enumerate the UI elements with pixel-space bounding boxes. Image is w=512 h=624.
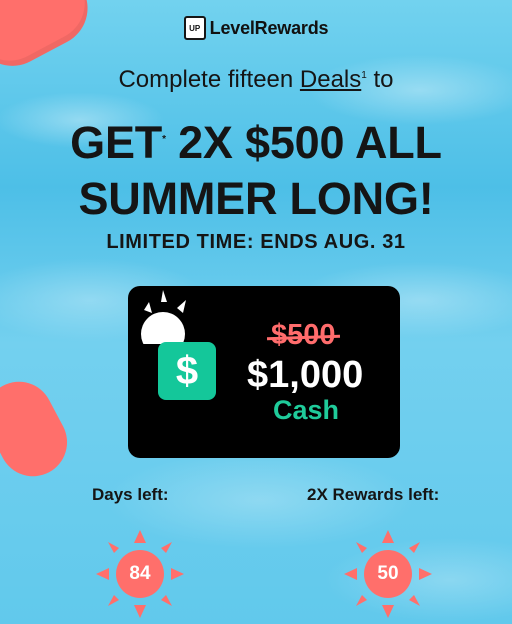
level-up-icon: UP xyxy=(183,16,206,40)
sun-decoration xyxy=(141,290,186,344)
rewards-left-label: 2X Rewards left: xyxy=(307,485,440,504)
deals-link[interactable]: Deals xyxy=(300,66,361,93)
headline-line-1: GET* 2X $500 ALL xyxy=(70,117,442,168)
brand-name: LevelRewards xyxy=(209,17,329,38)
new-reward-amount: $1,000 xyxy=(247,354,364,396)
headline-asterisk: * xyxy=(162,134,166,145)
days-left-label: Days left: xyxy=(92,485,169,504)
cash-app-icon: $ xyxy=(158,342,216,400)
intro-text: Complete fifteen Deals1 to xyxy=(0,66,512,94)
days-left-value: 84 xyxy=(129,563,151,584)
rewards-left-badge: 50 xyxy=(344,530,432,618)
intro-suffix: to xyxy=(366,66,394,93)
intro-prefix: Complete fifteen xyxy=(118,66,300,93)
headline: GET* 2X $500 ALL SUMMER LONG! xyxy=(0,112,512,227)
limited-time-text: LIMITED TIME: ENDS AUG. 31 xyxy=(106,231,406,253)
headline-line-2: SUMMER LONG! xyxy=(78,173,434,224)
reward-card: $ $500 $1,000 Cash xyxy=(128,286,400,458)
old-reward-amount: $500 xyxy=(271,319,336,351)
days-left-badge: 84 xyxy=(96,530,184,618)
brand-logo: UP LevelRewards xyxy=(0,15,512,41)
rewards-left-value: 50 xyxy=(377,563,399,584)
reward-type: Cash xyxy=(273,395,340,425)
